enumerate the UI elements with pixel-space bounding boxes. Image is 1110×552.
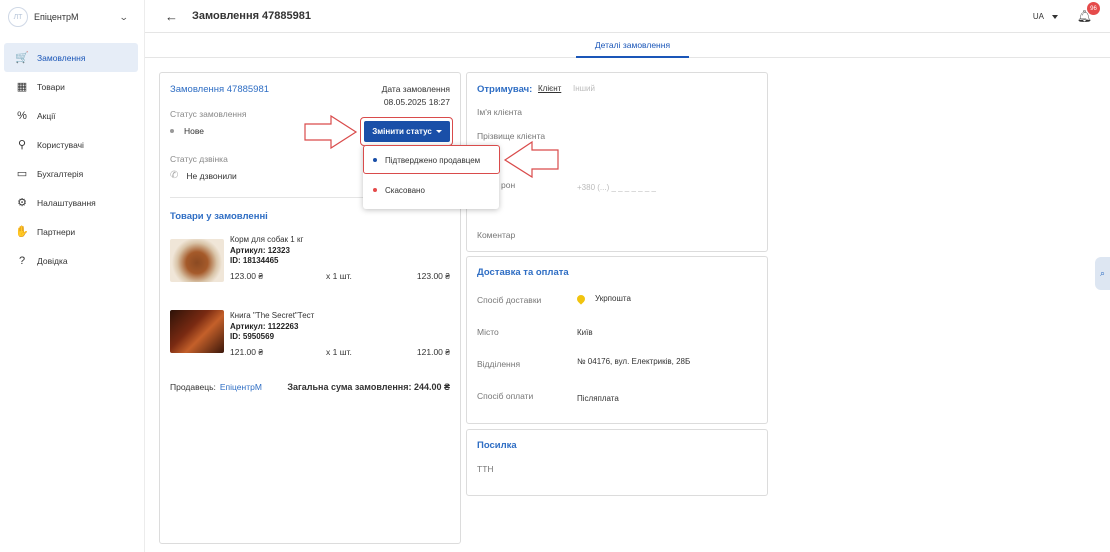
- annotation-arrow-left: [503, 140, 559, 179]
- annotation-arrows: [304, 114, 559, 179]
- annotation-arrow-right: [304, 114, 358, 150]
